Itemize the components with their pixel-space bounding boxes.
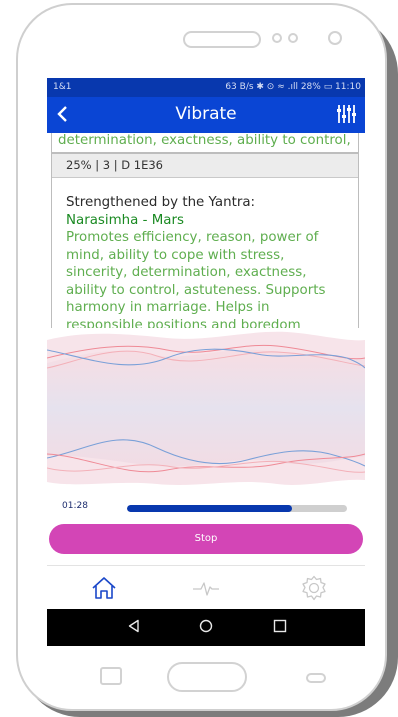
home-icon[interactable] xyxy=(89,574,119,602)
equalizer-icon[interactable] xyxy=(335,103,357,125)
content-scroll[interactable]: determination, exactness, ability to con… xyxy=(47,133,365,328)
stop-button[interactable]: Stop xyxy=(49,524,363,554)
status-bar: 1&1 63 B/s ✱ ⊙ ≈ .ıll 28% ▭ 11:10 xyxy=(47,78,365,97)
elapsed-time: 01:28 xyxy=(62,501,88,511)
phone-sensor xyxy=(272,33,282,43)
bottom-navigation xyxy=(47,565,365,610)
yantra-description: Promotes efficiency, reason, power of mi… xyxy=(66,230,326,328)
card-meta: 25% | 3 | D 1E36 xyxy=(52,154,358,178)
hw-home-button xyxy=(167,662,247,692)
page-title: Vibrate xyxy=(175,104,237,124)
recents-square-icon[interactable] xyxy=(273,619,287,633)
hw-back-button xyxy=(306,673,326,683)
back-triangle-icon[interactable] xyxy=(127,619,141,633)
carrier-name: 1&1 xyxy=(53,82,72,92)
progress-fill xyxy=(127,505,292,512)
progress-track[interactable] xyxy=(127,505,347,512)
vibration-waveform xyxy=(47,328,365,490)
app-screen: 1&1 63 B/s ✱ ⊙ ≈ .ıll 28% ▭ 11:10 Vibrat… xyxy=(47,78,365,646)
phone-camera xyxy=(328,31,342,45)
pulse-icon[interactable] xyxy=(191,574,221,602)
phone-speaker xyxy=(183,31,261,48)
status-info: 63 B/s ✱ ⊙ ≈ .ıll 28% ▭ 11:10 xyxy=(225,82,361,92)
playback-progress: 01:28 xyxy=(47,498,365,518)
android-nav-bar xyxy=(47,609,365,646)
card-label: Strengthened by the Yantra: xyxy=(66,195,256,210)
phone-sensor xyxy=(288,33,298,43)
hw-recent-button xyxy=(100,667,122,685)
yantra-name: Narasimha - Mars xyxy=(66,212,184,228)
previous-card: determination, exactness, ability to con… xyxy=(51,133,359,153)
home-circle-icon[interactable] xyxy=(199,619,213,633)
previous-card-text: determination, exactness, ability to con… xyxy=(58,133,351,148)
gear-icon[interactable] xyxy=(299,574,329,602)
card-body: Strengthened by the Yantra: Narasimha - … xyxy=(52,178,358,328)
app-bar: Vibrate xyxy=(47,97,365,133)
yantra-card: 25% | 3 | D 1E36 Strengthened by the Yan… xyxy=(51,153,359,328)
